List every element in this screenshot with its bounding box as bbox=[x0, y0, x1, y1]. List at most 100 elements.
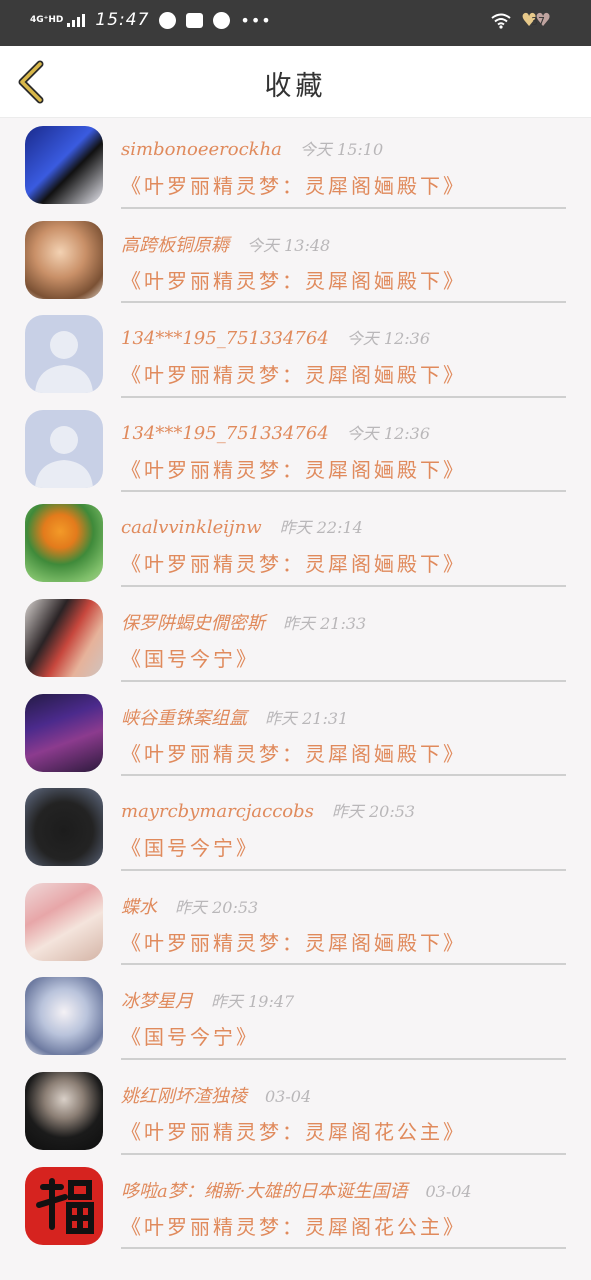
name-time-line: 蝶水 昨天 20:53 bbox=[121, 893, 258, 919]
divider bbox=[121, 1247, 566, 1250]
work-title[interactable]: 《叶罗丽精灵梦：灵犀阁婳殿下》 bbox=[121, 927, 466, 956]
user-avatar-image[interactable] bbox=[25, 598, 103, 677]
list-item[interactable]: 姚红刚坏渣独祾 03-04 《叶罗丽精灵梦：灵犀阁花公主》 bbox=[0, 1064, 591, 1159]
default-avatar-image[interactable] bbox=[25, 315, 103, 394]
list-item[interactable]: 134***195_751334764 今天 12:36 《叶罗丽精灵梦：灵犀阁婳殿… bbox=[0, 307, 591, 402]
page-title: 收藏 bbox=[264, 71, 327, 102]
divider bbox=[121, 301, 566, 304]
divider bbox=[121, 490, 566, 493]
divider bbox=[121, 679, 566, 682]
calligraphy-mark-icon bbox=[36, 1177, 94, 1234]
speed-icon bbox=[159, 11, 177, 29]
user-avatar-image[interactable] bbox=[25, 126, 103, 204]
user-name[interactable]: 高跨板铜原耨 bbox=[121, 231, 229, 257]
list-item[interactable]: 高跨板铜原耨 今天 13:48 《叶罗丽精灵梦：灵犀阁婳殿下》 bbox=[0, 213, 591, 308]
user-name[interactable]: 保罗阱蝎史僩密斯 bbox=[121, 609, 265, 635]
list-item[interactable]: 134***195_751334764 今天 12:36 《叶罗丽精灵梦：灵犀阁婳殿… bbox=[0, 402, 591, 497]
list-item[interactable]: simbonoeerockha 今天 15:10 《叶罗丽精灵梦：灵犀阁婳殿下》 bbox=[0, 118, 591, 213]
work-title[interactable]: 《叶罗丽精灵梦：灵犀阁婳殿下》 bbox=[121, 454, 466, 483]
user-name[interactable]: 峡谷重铢案组氲 bbox=[121, 704, 247, 730]
user-avatar-image[interactable] bbox=[25, 977, 103, 1056]
timestamp: 昨天 20:53 bbox=[331, 802, 416, 822]
user-avatar-image[interactable] bbox=[25, 788, 103, 867]
person-silhouette-icon bbox=[35, 425, 93, 488]
timestamp: 今天 15:10 bbox=[299, 140, 384, 159]
app-notification-icon bbox=[186, 12, 204, 28]
timestamp: 今天 12:36 bbox=[346, 423, 430, 443]
divider bbox=[121, 774, 566, 777]
work-title[interactable]: 《叶罗丽精灵梦：灵犀阁婳殿下》 bbox=[121, 170, 466, 199]
user-name[interactable]: 哆啦a梦：缃新·大雄的日本诞生国语 bbox=[121, 1177, 407, 1203]
work-title[interactable]: 《叶罗丽精灵梦：灵犀阁花公主》 bbox=[121, 1211, 466, 1240]
user-name[interactable]: 姚红刚坏渣独祾 bbox=[121, 1082, 247, 1108]
work-title[interactable]: 《国号今宁》 bbox=[121, 643, 259, 672]
clock: 15:47 bbox=[95, 10, 150, 30]
user-name[interactable]: simbonoeerockha bbox=[121, 139, 282, 160]
timestamp: 03-04 bbox=[425, 1181, 472, 1201]
work-title[interactable]: 《国号今宁》 bbox=[121, 1021, 259, 1050]
user-avatar-image[interactable] bbox=[25, 220, 103, 299]
user-name[interactable]: caalvvinkleijnw bbox=[121, 517, 262, 538]
name-time-line: 冰梦星月 昨天 19:47 bbox=[121, 987, 294, 1013]
name-time-line: 134***195_751334764 今天 12:36 bbox=[121, 420, 430, 444]
default-avatar-image[interactable] bbox=[25, 409, 103, 488]
timestamp: 昨天 22:14 bbox=[279, 518, 363, 538]
list-item[interactable]: caalvvinkleijnw 昨天 22:14 《叶罗丽精灵梦：灵犀阁婳殿下》 bbox=[0, 496, 591, 591]
battery-level: 37 bbox=[531, 15, 545, 28]
list-item[interactable]: mayrcbymarcjaccobs 昨天 20:53 《国号今宁》 bbox=[0, 780, 591, 875]
person-silhouette-icon bbox=[35, 331, 93, 394]
title-bar: 收藏 bbox=[0, 46, 591, 118]
timestamp: 昨天 21:31 bbox=[265, 708, 349, 728]
list-item[interactable]: 峡谷重铢案组氲 昨天 21:31 《叶罗丽精灵梦：灵犀阁婳殿下》 bbox=[0, 686, 591, 781]
user-name[interactable]: 蝶水 bbox=[121, 893, 157, 919]
timestamp: 今天 13:48 bbox=[247, 235, 331, 255]
name-time-line: 134***195_751334764 今天 12:36 bbox=[121, 325, 430, 349]
favorites-list: simbonoeerockha 今天 15:10 《叶罗丽精灵梦：灵犀阁婳殿下》 高跨… bbox=[0, 118, 591, 1253]
divider bbox=[121, 1152, 566, 1155]
user-avatar-image[interactable] bbox=[25, 882, 103, 961]
work-title[interactable]: 《叶罗丽精灵梦：灵犀阁婳殿下》 bbox=[121, 738, 466, 767]
list-item[interactable]: 哆啦a梦：缃新·大雄的日本诞生国语 03-04 《叶罗丽精灵梦：灵犀阁花公主》 bbox=[0, 1159, 591, 1254]
list-item[interactable]: 蝶水 昨天 20:53 《叶罗丽精灵梦：灵犀阁婳殿下》 bbox=[0, 875, 591, 970]
user-avatar-image[interactable] bbox=[25, 504, 103, 583]
divider bbox=[121, 868, 566, 871]
user-name[interactable]: mayrcbymarcjaccobs bbox=[121, 801, 314, 822]
timestamp: 昨天 20:53 bbox=[175, 897, 259, 917]
name-time-line: 峡谷重铢案组氲 昨天 21:31 bbox=[121, 704, 348, 730]
name-time-line: 姚红刚坏渣独祾 03-04 bbox=[121, 1082, 311, 1108]
work-title[interactable]: 《叶罗丽精灵梦：灵犀阁花公主》 bbox=[121, 1116, 466, 1145]
user-name[interactable]: 冰梦星月 bbox=[121, 987, 193, 1013]
work-title[interactable]: 《叶罗丽精灵梦：灵犀阁婳殿下》 bbox=[121, 359, 466, 388]
status-bar: 4G⁺HD 15:47 ••• ♥ ♥ 37 bbox=[0, 0, 591, 46]
divider bbox=[121, 584, 566, 587]
wifi-icon bbox=[491, 13, 511, 29]
signal-icon bbox=[67, 13, 86, 27]
name-time-line: 高跨板铜原耨 今天 13:48 bbox=[121, 231, 330, 257]
divider bbox=[121, 963, 566, 966]
name-time-line: 保罗阱蝎史僩密斯 昨天 21:33 bbox=[121, 609, 366, 635]
timestamp: 今天 12:36 bbox=[346, 329, 430, 349]
timestamp: 昨天 21:33 bbox=[283, 613, 367, 633]
list-item[interactable]: 保罗阱蝎史僩密斯 昨天 21:33 《国号今宁》 bbox=[0, 591, 591, 686]
work-title[interactable]: 《叶罗丽精灵梦：灵犀阁婳殿下》 bbox=[121, 265, 466, 294]
user-name[interactable]: 134***195_751334764 bbox=[121, 423, 329, 444]
work-title[interactable]: 《国号今宁》 bbox=[121, 832, 259, 861]
name-time-line: simbonoeerockha 今天 15:10 bbox=[121, 136, 383, 160]
play-icon bbox=[213, 11, 231, 29]
name-time-line: caalvvinkleijnw 昨天 22:14 bbox=[121, 514, 363, 538]
user-avatar-image[interactable] bbox=[25, 1166, 103, 1245]
list-item[interactable]: 冰梦星月 昨天 19:47 《国号今宁》 bbox=[0, 969, 591, 1064]
divider bbox=[121, 395, 566, 398]
user-name[interactable]: 134***195_751334764 bbox=[121, 328, 329, 349]
name-time-line: 哆啦a梦：缃新·大雄的日本诞生国语 03-04 bbox=[121, 1177, 472, 1203]
divider bbox=[121, 206, 566, 209]
battery-indicator: ♥ ♥ 37 bbox=[521, 12, 561, 30]
network-indicator: 4G⁺HD bbox=[30, 14, 64, 25]
timestamp: 昨天 19:47 bbox=[211, 992, 295, 1012]
more-notifications-icon: ••• bbox=[240, 10, 272, 30]
timestamp: 03-04 bbox=[265, 1086, 312, 1106]
name-time-line: mayrcbymarcjaccobs 昨天 20:53 bbox=[121, 798, 415, 822]
user-avatar-image[interactable] bbox=[25, 1071, 103, 1150]
work-title[interactable]: 《叶罗丽精灵梦：灵犀阁婳殿下》 bbox=[121, 548, 466, 577]
user-avatar-image[interactable] bbox=[25, 693, 103, 772]
